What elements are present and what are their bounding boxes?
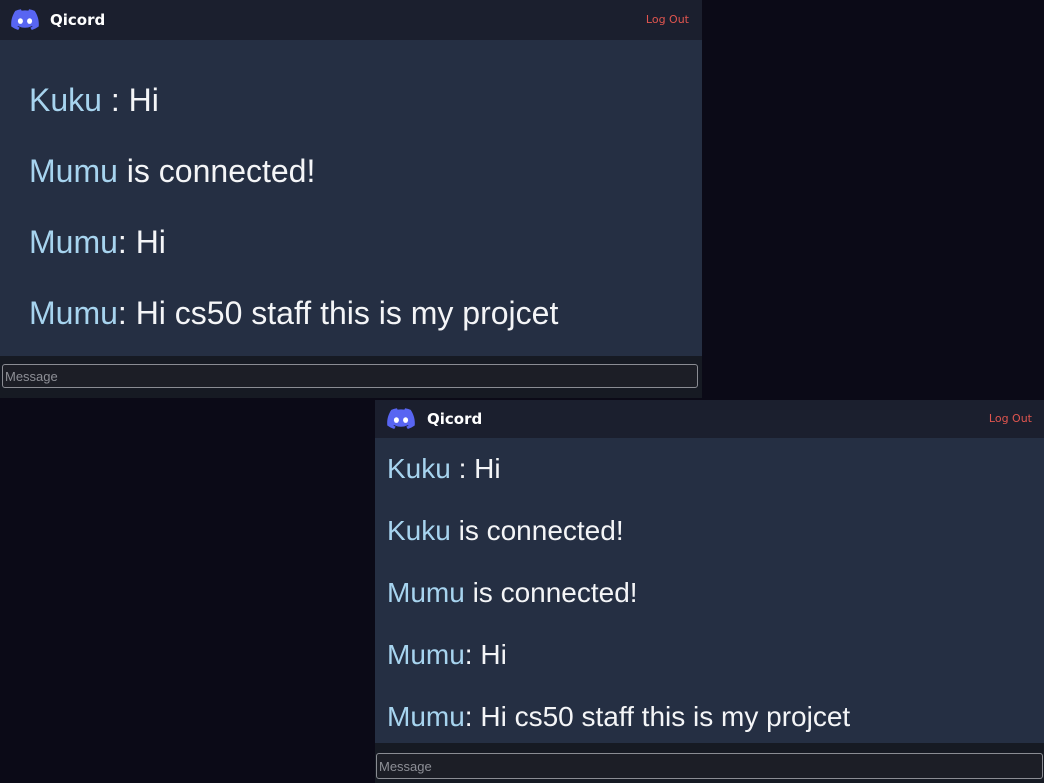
message-username: Mumu: [387, 701, 465, 732]
message-item: Kuku is connected!: [375, 515, 1044, 577]
message-input[interactable]: [2, 364, 698, 388]
message-text: : Hi: [117, 224, 166, 260]
message-username: Kuku: [387, 453, 451, 484]
chat-window-1: Qicord Log Out Kuku : Hi Mumu is connect…: [0, 0, 702, 398]
chat-window-2: Qicord Log Out Kuku : Hi Kuku is connect…: [375, 400, 1044, 783]
message-item: Kuku : Hi: [0, 82, 702, 153]
message-username: Mumu: [387, 577, 465, 608]
message-text: is connected!: [117, 153, 316, 189]
message-item: Mumu is connected!: [0, 153, 702, 224]
logout-link[interactable]: Log Out: [646, 13, 689, 26]
message-item: Mumu: Hi: [375, 639, 1044, 701]
navbar: Qicord Log Out: [375, 400, 1044, 438]
message-text: : Hi cs50 staff this is my projcet: [117, 295, 559, 331]
brand-name[interactable]: Qicord: [427, 410, 482, 428]
message-text: : Hi cs50 staff this is my projcet: [464, 701, 851, 732]
message-username: Mumu: [29, 295, 118, 331]
message-text: : Hi: [464, 639, 507, 670]
message-username: Mumu: [387, 639, 465, 670]
message-input[interactable]: [376, 753, 1043, 779]
discord-logo-icon[interactable]: [11, 9, 39, 31]
logout-link[interactable]: Log Out: [989, 412, 1032, 425]
message-item: Mumu: Hi: [0, 224, 702, 295]
message-list: Kuku : Hi Mumu is connected! Mumu: Hi Mu…: [0, 82, 702, 366]
message-text: is connected!: [464, 577, 638, 608]
message-input-bar: [375, 743, 1044, 783]
message-username: Mumu: [29, 224, 118, 260]
message-username: Mumu: [29, 153, 118, 189]
message-item: Kuku : Hi: [375, 453, 1044, 515]
message-username: Kuku: [29, 82, 102, 118]
message-text: : Hi: [101, 82, 159, 118]
message-item: Mumu is connected!: [375, 577, 1044, 639]
message-list: Kuku : Hi Kuku is connected! Mumu is con…: [375, 453, 1044, 763]
discord-logo-icon[interactable]: [387, 408, 415, 430]
message-text: : Hi: [450, 453, 501, 484]
navbar: Qicord Log Out: [0, 0, 702, 40]
message-username: Kuku: [387, 515, 451, 546]
message-text: is connected!: [450, 515, 624, 546]
brand-name[interactable]: Qicord: [50, 11, 105, 29]
message-input-bar: [0, 356, 702, 398]
